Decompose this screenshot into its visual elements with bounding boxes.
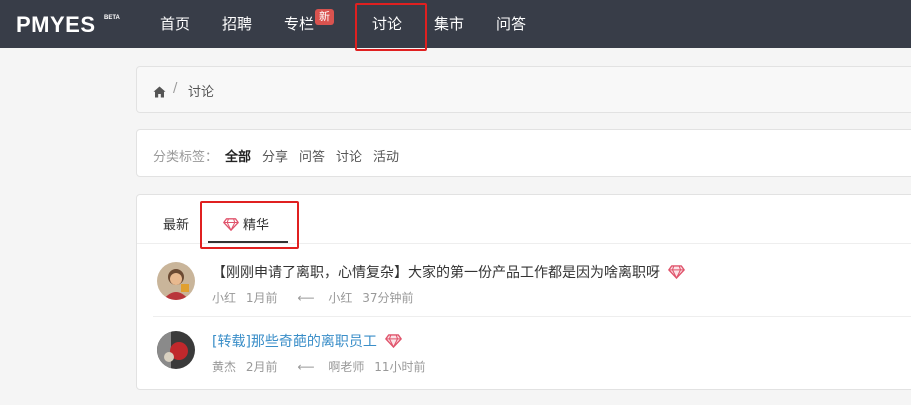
filter-label: 分类标签： (153, 150, 219, 165)
post-time: 1月前 (245, 291, 278, 305)
last-reply-user[interactable]: 小红 (328, 291, 352, 305)
new-badge: 新 (315, 9, 334, 25)
last-reply-time: 11小时前 (374, 360, 426, 374)
filter-tag-qa[interactable]: 问答 (299, 146, 325, 165)
beta-badge: BETA (104, 15, 120, 21)
tab-latest[interactable]: 最新 (163, 214, 189, 233)
nav-qa[interactable]: 问答 (496, 0, 526, 48)
reply-arrow-icon: ⟵ (297, 360, 315, 374)
nav-market[interactable]: 集市 (434, 0, 464, 48)
diamond-icon (668, 265, 686, 279)
filter-tag-event[interactable]: 活动 (373, 146, 399, 165)
diamond-icon (385, 334, 403, 348)
post-meta: 小红 1月前 ⟵ 小红 37分钟前 (212, 289, 419, 306)
breadcrumb-current: 讨论 (188, 85, 215, 100)
reply-arrow-icon: ⟵ (297, 291, 315, 305)
category-filter: 分类标签： 全部 分享 问答 讨论 活动 (136, 129, 911, 177)
avatar[interactable] (157, 331, 195, 369)
post-author[interactable]: 黄杰 (212, 360, 236, 374)
breadcrumb: / 讨论 (136, 66, 911, 113)
filter-tag-share[interactable]: 分享 (262, 146, 288, 165)
site-logo[interactable]: PMYES (16, 12, 96, 38)
home-icon[interactable] (153, 83, 166, 102)
nav-home[interactable]: 首页 (160, 0, 190, 48)
tab-highlight-box (200, 201, 299, 249)
nav-jobs[interactable]: 招聘 (222, 0, 252, 48)
post-list-panel: 最新 精华 【刚刚申请了离职，心情复杂】大家的第一份产品工作都是因为啥离职呀 小… (136, 194, 911, 390)
post-author[interactable]: 小红 (212, 291, 236, 305)
post-time: 2月前 (245, 360, 278, 374)
filter-tag-all[interactable]: 全部 (225, 146, 251, 165)
filter-tag-discussion[interactable]: 讨论 (336, 146, 362, 165)
nav-column[interactable]: 专栏 (284, 0, 314, 48)
post-meta: 黄杰 2月前 ⟵ 啊老师 11小时前 (212, 358, 431, 375)
post-item: [转载]那些奇葩的离职员工 黄杰 2月前 ⟵ 啊老师 11小时前 (137, 317, 911, 389)
post-item: 【刚刚申请了离职，心情复杂】大家的第一份产品工作都是因为啥离职呀 小红 1月前 … (137, 245, 911, 317)
avatar[interactable] (157, 262, 195, 300)
breadcrumb-separator: / (173, 81, 178, 96)
last-reply-time: 37分钟前 (362, 291, 414, 305)
last-reply-user[interactable]: 啊老师 (328, 360, 364, 374)
post-title[interactable]: 【刚刚申请了离职，心情复杂】大家的第一份产品工作都是因为啥离职呀 (212, 262, 686, 282)
nav-highlight-box (355, 3, 427, 51)
post-title[interactable]: [转载]那些奇葩的离职员工 (212, 331, 403, 351)
top-navbar: PMYES BETA 首页 招聘 专栏 新 讨论 集市 问答 (0, 0, 911, 48)
